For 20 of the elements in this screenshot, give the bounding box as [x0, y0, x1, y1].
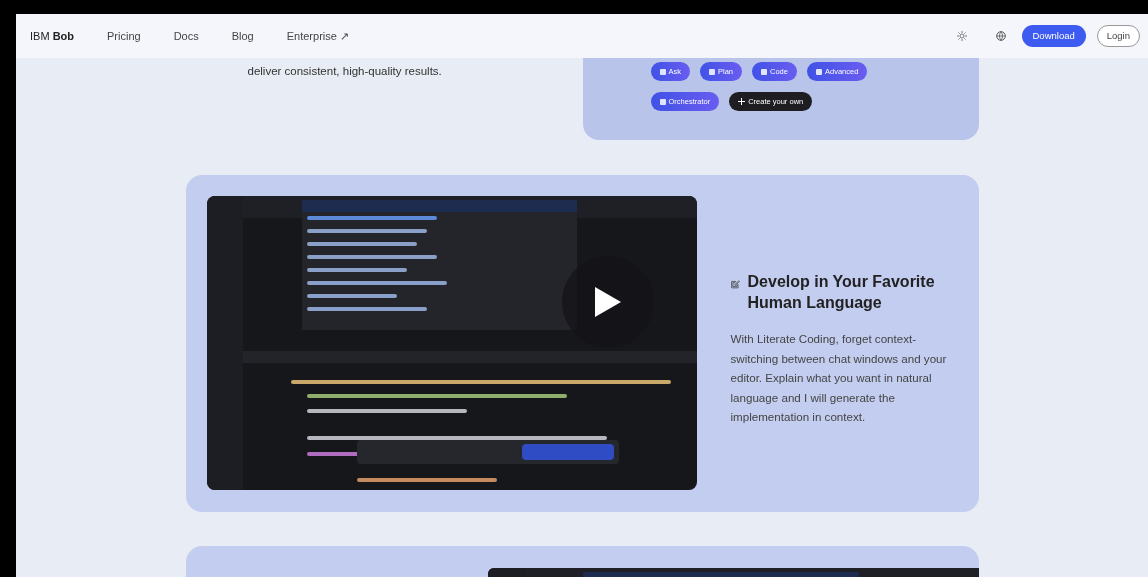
- mode-icon: [815, 68, 822, 75]
- theme-icon[interactable]: [956, 31, 967, 41]
- mode-icon: [659, 98, 666, 105]
- nav-link[interactable]: Pricing: [107, 27, 141, 45]
- feature-description: With Literate Coding, forget context-switching between chat windows and your editor. Explain what you want in natural language and I will generate the implementation in context.: [730, 331, 948, 425]
- download-button[interactable]: Download: [1021, 25, 1086, 47]
- pencil-icon: [730, 277, 740, 291]
- plus-icon: [738, 98, 746, 105]
- intro-text: deliver consistent, high-quality results.: [247, 65, 442, 77]
- nav-link[interactable]: Docs: [173, 27, 199, 45]
- brand-logo[interactable]: IBM Bob: [30, 27, 74, 45]
- mode-icon: [761, 68, 768, 75]
- nav-link[interactable]: Blog: [231, 27, 254, 45]
- login-button[interactable]: Login: [1096, 25, 1140, 47]
- mode-icon: [709, 68, 715, 75]
- feature-title: Develop in Your Favorite Human Language: [747, 272, 936, 313]
- globe-icon[interactable]: [995, 31, 1006, 41]
- mode-icon: [659, 68, 666, 75]
- nav-link[interactable]: Enterprise ↗: [286, 27, 349, 45]
- play-icon: [594, 287, 621, 317]
